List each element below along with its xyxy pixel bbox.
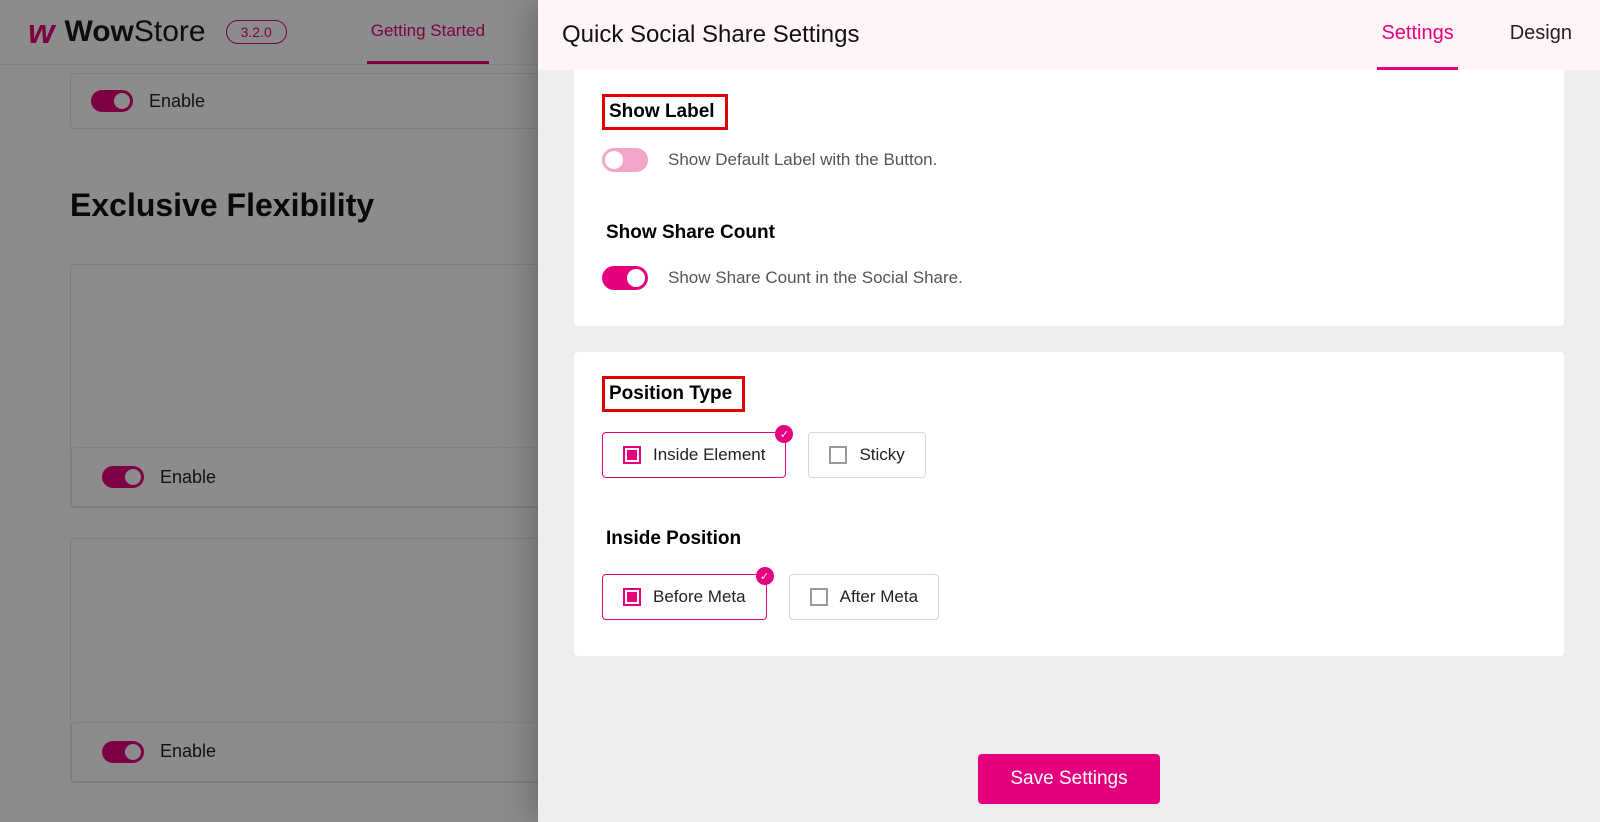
- option-sticky[interactable]: Sticky: [808, 432, 925, 478]
- settings-panel: Quick Social Share Settings Settings Des…: [538, 0, 1600, 822]
- desc-show-label: Show Default Label with the Button.: [668, 150, 937, 170]
- tab-design[interactable]: Design: [1506, 0, 1576, 70]
- panel-footer: Save Settings: [538, 736, 1600, 822]
- desc-share-count: Show Share Count in the Social Share.: [668, 268, 963, 288]
- option-inside-element[interactable]: Inside Element ✓: [602, 432, 786, 478]
- check-icon: ✓: [775, 425, 793, 443]
- toggle-show-label[interactable]: [602, 148, 648, 172]
- option-before-meta[interactable]: Before Meta ✓: [602, 574, 767, 620]
- option-after-meta[interactable]: After Meta: [789, 574, 939, 620]
- inside-position-options: Before Meta ✓ After Meta: [602, 574, 1536, 620]
- option-label: Before Meta: [653, 587, 746, 607]
- option-label: Sticky: [859, 445, 904, 465]
- panel-tabs: Settings Design: [1377, 0, 1576, 70]
- checkbox-icon: [623, 588, 641, 606]
- option-label: Inside Element: [653, 445, 765, 465]
- position-type-options: Inside Element ✓ Sticky: [602, 432, 1536, 478]
- panel-header: Quick Social Share Settings Settings Des…: [538, 0, 1600, 70]
- panel-body: Show Label Show Default Label with the B…: [538, 70, 1600, 736]
- check-icon: ✓: [756, 567, 774, 585]
- section-position: Position Type Inside Element ✓ Sticky In…: [574, 352, 1564, 656]
- toggle-share-count[interactable]: [602, 266, 648, 290]
- heading-position-type: Position Type: [602, 376, 745, 412]
- checkbox-icon: [810, 588, 828, 606]
- heading-share-count: Show Share Count: [602, 218, 785, 248]
- checkbox-icon: [829, 446, 847, 464]
- section-label-count: Show Label Show Default Label with the B…: [574, 70, 1564, 326]
- option-label: After Meta: [840, 587, 918, 607]
- save-button[interactable]: Save Settings: [978, 754, 1159, 804]
- heading-inside-position: Inside Position: [602, 524, 751, 554]
- heading-show-label: Show Label: [602, 94, 728, 130]
- panel-title: Quick Social Share Settings: [562, 21, 859, 49]
- checkbox-icon: [623, 446, 641, 464]
- tab-settings[interactable]: Settings: [1377, 0, 1457, 70]
